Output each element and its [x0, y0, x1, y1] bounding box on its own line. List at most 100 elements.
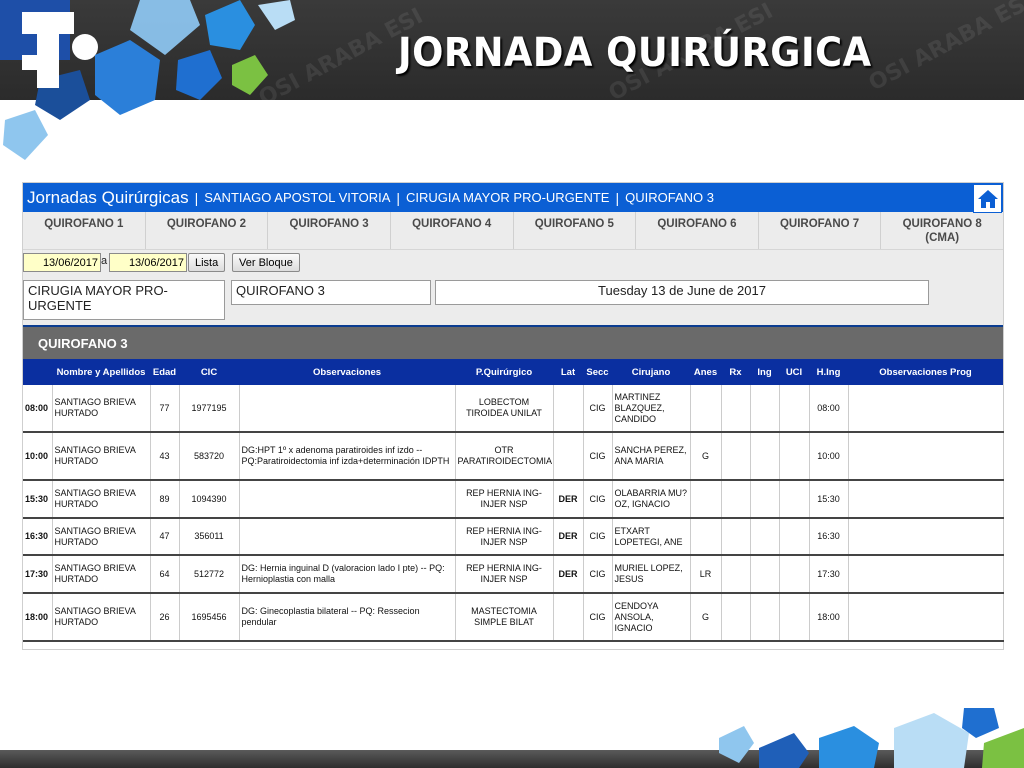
room-box: QUIROFANO 3 [231, 280, 431, 305]
cic-cell: 1094390 [179, 480, 240, 519]
section-cell: CIG [583, 518, 613, 556]
ver-bloque-button[interactable]: Ver Bloque [232, 253, 300, 272]
anesthesia-cell: LR [690, 555, 722, 594]
section-cell: CIG [583, 480, 613, 519]
cic-cell: 512772 [179, 555, 240, 594]
table-row[interactable]: 18:00 SANTIAGO BRIEVA HURTADO 26 1695456… [23, 593, 1004, 642]
column-header[interactable]: Anes [690, 359, 721, 385]
ing-cell [750, 593, 780, 642]
uci-cell [779, 593, 810, 642]
breadcrumb-room[interactable]: QUIROFANO 3 [625, 190, 714, 205]
table-row[interactable]: 10:00 SANTIAGO BRIEVA HURTADO 43 583720 … [23, 432, 1004, 481]
column-header[interactable]: Nombre y Apellidos [52, 359, 150, 385]
date-to-input[interactable] [109, 253, 187, 272]
column-header[interactable]: Cirujano [612, 359, 690, 385]
column-header[interactable]: Ing [750, 359, 779, 385]
scheduled-observations-cell [848, 432, 1004, 481]
breadcrumb-service[interactable]: CIRUGIA MAYOR PRO-URGENTE [406, 190, 609, 205]
ing-cell [750, 518, 780, 556]
age-cell: 77 [150, 385, 180, 433]
ing-cell [750, 432, 780, 481]
time-cell: 17:30 [23, 555, 53, 594]
laterality-cell: DER [553, 518, 584, 556]
rx-cell [721, 385, 751, 433]
anesthesia-cell [690, 480, 722, 519]
age-cell: 43 [150, 432, 180, 481]
slide-title: JORNADA QUIRÚRGICA [398, 30, 872, 76]
surgeon-cell: OLABARRIA MU?OZ, IGNACIO [612, 480, 691, 519]
age-cell: 47 [150, 518, 180, 556]
column-header[interactable]: P.Quirúrgico [455, 359, 553, 385]
laterality-cell [553, 432, 584, 481]
admission-time-cell: 16:30 [809, 518, 849, 556]
admission-time-cell: 10:00 [809, 432, 849, 481]
anesthesia-cell [690, 518, 722, 556]
column-header [23, 359, 52, 385]
cube-decoration [719, 708, 1024, 768]
column-header[interactable]: H.Ing [809, 359, 848, 385]
column-header[interactable]: Edad [150, 359, 179, 385]
section-cell: CIG [583, 593, 613, 642]
anesthesia-cell: G [690, 593, 722, 642]
time-cell: 10:00 [23, 432, 53, 481]
tab-quirofano-2[interactable]: QUIROFANO 2 [146, 212, 269, 249]
column-header[interactable]: Observaciones [239, 359, 455, 385]
procedure-cell: MASTECTOMIA SIMPLE BILAT [455, 593, 554, 642]
column-header[interactable]: UCI [779, 359, 809, 385]
uci-cell [779, 480, 810, 519]
tab-quirofano-6[interactable]: QUIROFANO 6 [636, 212, 759, 249]
lista-button[interactable]: Lista [188, 253, 226, 272]
column-header[interactable]: Rx [721, 359, 750, 385]
tab-quirofano-8[interactable]: QUIROFANO 8 (CMA) [881, 212, 1003, 249]
home-button[interactable] [973, 184, 1002, 213]
observations-cell [239, 518, 456, 556]
tab-quirofano-3[interactable]: QUIROFANO 3 [268, 212, 391, 249]
app-header: Jornadas Quirúrgicas | SANTIAGO APOSTOL … [23, 183, 1003, 213]
tab-quirofano-7[interactable]: QUIROFANO 7 [759, 212, 882, 249]
table-row[interactable]: 16:30 SANTIAGO BRIEVA HURTADO 47 356011 … [23, 518, 1004, 556]
date-display: Tuesday 13 de June de 2017 [435, 280, 929, 305]
table-row[interactable]: 08:00 SANTIAGO BRIEVA HURTADO 77 1977195… [23, 385, 1004, 433]
scheduled-observations-cell [848, 593, 1004, 642]
procedure-cell: OTR PARATIROIDECTOMIA [455, 432, 554, 481]
admission-time-cell: 17:30 [809, 555, 849, 594]
admission-time-cell: 18:00 [809, 593, 849, 642]
surgeon-cell: ETXART LOPETEGI, ANE [612, 518, 691, 556]
uci-cell [779, 385, 810, 433]
ing-cell [750, 555, 780, 594]
cube-decoration [0, 0, 295, 160]
table-row[interactable]: 15:30 SANTIAGO BRIEVA HURTADO 89 1094390… [23, 480, 1004, 519]
procedure-cell: REP HERNIA ING-INJER NSP [455, 480, 554, 519]
tab-quirofano-4[interactable]: QUIROFANO 4 [391, 212, 514, 249]
column-header[interactable]: Lat [553, 359, 583, 385]
patient-name-cell: SANTIAGO BRIEVA HURTADO [52, 518, 151, 556]
patient-name-cell: SANTIAGO BRIEVA HURTADO [52, 593, 151, 642]
cic-cell: 583720 [179, 432, 240, 481]
uci-cell [779, 432, 810, 481]
column-header[interactable]: CIC [179, 359, 239, 385]
anesthesia-cell [690, 385, 722, 433]
column-header[interactable]: Observaciones Prog [848, 359, 1003, 385]
admission-time-cell: 15:30 [809, 480, 849, 519]
surgeon-cell: SANCHA PEREZ, ANA MARIA [612, 432, 691, 481]
breadcrumb-hospital[interactable]: SANTIAGO APOSTOL VITORIA [204, 190, 390, 205]
table-row[interactable]: 17:30 SANTIAGO BRIEVA HURTADO 64 512772 … [23, 555, 1004, 594]
cic-cell: 1977195 [179, 385, 240, 433]
laterality-cell [553, 385, 584, 433]
procedure-cell: REP HERNIA ING-INJER NSP [455, 555, 554, 594]
patient-name-cell: SANTIAGO BRIEVA HURTADO [52, 385, 151, 433]
tab-quirofano-1[interactable]: QUIROFANO 1 [23, 212, 146, 249]
procedure-cell: REP HERNIA ING-INJER NSP [455, 518, 554, 556]
patient-name-cell: SANTIAGO BRIEVA HURTADO [52, 432, 151, 481]
column-header[interactable]: Secc [583, 359, 612, 385]
schedule-table: Nombre y Apellidos Edad CIC Observacione… [23, 359, 1004, 642]
age-cell: 26 [150, 593, 180, 642]
surgeon-cell: MURIEL LOPEZ, JESUS [612, 555, 691, 594]
watermark-text: OSI ARABA ESI [864, 0, 1024, 97]
tab-quirofano-5[interactable]: QUIROFANO 5 [514, 212, 637, 249]
scheduled-observations-cell [848, 555, 1004, 594]
surgeon-cell: CENDOYA ANSOLA, IGNACIO [612, 593, 691, 642]
ing-cell [750, 480, 780, 519]
date-from-input[interactable] [23, 253, 101, 272]
scheduled-observations-cell [848, 385, 1004, 433]
